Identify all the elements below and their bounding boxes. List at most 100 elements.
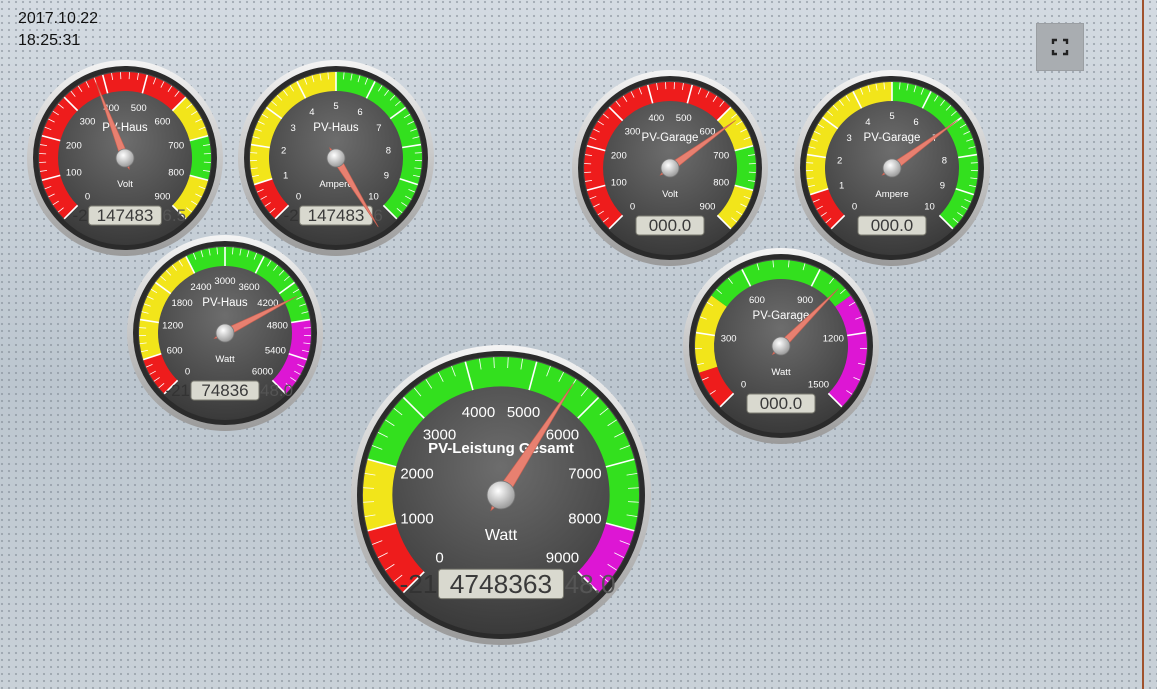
gauge-tick-label: 500 [131, 103, 147, 114]
gauge-tick-label: 8 [386, 146, 391, 157]
gauge-tick-label: 0 [852, 201, 857, 212]
gauge-tick [363, 487, 375, 489]
gauge-tick-label: 300 [721, 334, 737, 345]
gauge-tick-label: 1000 [400, 511, 433, 528]
gauge-readout-overflow-right: 6.5 [162, 206, 186, 225]
gauge-tick [627, 487, 639, 489]
gauge-zone-yellow [363, 459, 397, 531]
gauge-tick-label: 600 [155, 117, 171, 128]
gauge-tick-label: 500 [676, 113, 692, 124]
gauge-tick-label: 6000 [252, 366, 273, 377]
pv-leistung-gesamt-gauge: 01000200030004000 50006000700080009000PV-… [351, 345, 651, 645]
pv-garage-ampere-gauge: 012345678910PV-GarageAmpere000.0 [794, 70, 990, 266]
gauge-tick-label: 0 [630, 201, 635, 212]
gauge-tick-label: 9 [384, 170, 389, 181]
gauge-readout-value: 147483 [308, 206, 365, 225]
gauge-zone-green [734, 145, 756, 191]
gauge-tick-label: 0 [185, 366, 190, 377]
gauge-tick-label: 0 [85, 191, 90, 202]
gauge-readout-overflow-left: -21 [165, 381, 190, 400]
gauge-tick-label: 600 [749, 295, 765, 306]
gauge-tick-label: 200 [66, 140, 82, 151]
pv-garage-volt-gauge: 0100200300400 500600700800900PV-GarageVol… [572, 70, 768, 266]
gauge-tick [627, 501, 639, 503]
gauge-tick-label: 3 [846, 133, 851, 144]
gauge-tick-label: 6 [357, 107, 362, 118]
gauge-tick-label: 5 [333, 101, 338, 112]
gauge-unit: Volt [662, 189, 678, 200]
gauge-readout-overflow-left: -21 [399, 569, 437, 599]
gauge-tick-label: 4 [309, 107, 314, 118]
gauge-readout-overflow-right: 48.0 [260, 381, 293, 400]
gauge-tick-label: 0 [741, 379, 746, 390]
gauge-tick-label: 4 [865, 117, 870, 128]
pv-garage-watt-gauge: 0 300 600 900 1200 1500 PV-Garage Watt 000.0 [683, 248, 879, 444]
gauge-tick-label: 8000 [568, 511, 601, 528]
gauge-title: PV-Garage [753, 310, 810, 322]
gauge-tick-label: 3 [290, 123, 295, 134]
gauge-unit: Volt [117, 179, 133, 190]
gauge-tick-label: 1200 [823, 334, 844, 345]
gauge-readout-value: 147483 [97, 206, 154, 225]
gauge-tick-label: 900 [155, 191, 171, 202]
gauge-needle-hub [486, 480, 516, 510]
gauge-tick-label: 900 [700, 201, 716, 212]
gauge-readout-value: 000.0 [649, 216, 692, 235]
gauge-title: PV-Haus [102, 122, 148, 134]
gauge-unit: Watt [215, 354, 235, 365]
gauge-tick-label: 7 [376, 123, 381, 134]
gauge-tick-label: 9000 [546, 550, 579, 567]
gauge-tick-label: 9 [940, 180, 945, 191]
gauge-title: PV-Garage [864, 132, 921, 144]
gauge-tick-label: 1 [839, 180, 844, 191]
gauge-title: PV-Garage [642, 132, 699, 144]
gauge-zone-green [189, 135, 211, 181]
gauge-tick-label: 1 [283, 170, 288, 181]
gauge-tick-label: 8 [942, 156, 947, 167]
gauge-tick-label: 100 [66, 168, 82, 179]
gauge-tick-label: 2000 [400, 466, 433, 483]
gauge-tick-label: 4800 [267, 321, 288, 332]
gauge-tick [507, 357, 509, 369]
gauge-tick-label: 300 [80, 117, 96, 128]
gauge-tick-label: 900 [797, 295, 813, 306]
gauge-title: PV-Haus [313, 122, 359, 134]
gauge-tick-label: 5400 [265, 345, 286, 356]
gauge-needle-hub [771, 336, 791, 356]
gauge-tick-label: 5000 [507, 404, 540, 421]
gauge-tick-label: 1500 [808, 379, 829, 390]
gauge-panel: 0100200300400 500600700800900PV-HausVolt1… [27, 60, 990, 645]
gauge-tick-label: 5 [889, 111, 894, 122]
gauge-tick-label: 10 [368, 191, 379, 202]
gauge-needle-hub [326, 148, 346, 168]
gauge-needle-hub [882, 158, 902, 178]
gauge-title: PV-Leistung Gesamt [428, 440, 574, 457]
gauge-tick-label: 700 [713, 150, 729, 161]
gauge-tick [493, 357, 495, 369]
gauge-tick-label: 700 [168, 140, 184, 151]
gauge-needle-hub [115, 148, 135, 168]
gauge-tick-label: 10 [924, 201, 935, 212]
gauge-tick-label: 800 [713, 178, 729, 189]
gauge-tick-label: 1800 [172, 298, 193, 309]
gauge-readout-value: 74836 [201, 381, 248, 400]
gauge-tick-label: 0 [435, 550, 443, 567]
gauge-tick-label: 1200 [162, 321, 183, 332]
gauge-tick-label: 400 [648, 113, 664, 124]
gauge-tick-label: 6 [913, 117, 918, 128]
pv-haus-volt-gauge: 0100200300400 500600700800900PV-HausVolt1… [27, 60, 223, 256]
gauge-unit: Watt [485, 527, 518, 544]
gauge-tick-label: 4000 [462, 404, 495, 421]
gauge-readout-value: 000.0 [871, 216, 914, 235]
gauge-tick-label: 600 [167, 345, 183, 356]
gauge-unit: Ampere [875, 189, 908, 200]
gauge-tick-label: 3600 [238, 282, 259, 293]
gauge-unit: Watt [771, 367, 791, 378]
gauge-readout-overflow-right: 48.0 [564, 569, 615, 599]
gauge-readout-value: 4748363 [450, 569, 552, 599]
gauge-tick [363, 501, 375, 503]
gauge-needle-hub [660, 158, 680, 178]
gauge-tick-label: 100 [611, 178, 627, 189]
gauge-tick-label: 800 [168, 168, 184, 179]
gauge-tick-label: 2400 [190, 282, 211, 293]
